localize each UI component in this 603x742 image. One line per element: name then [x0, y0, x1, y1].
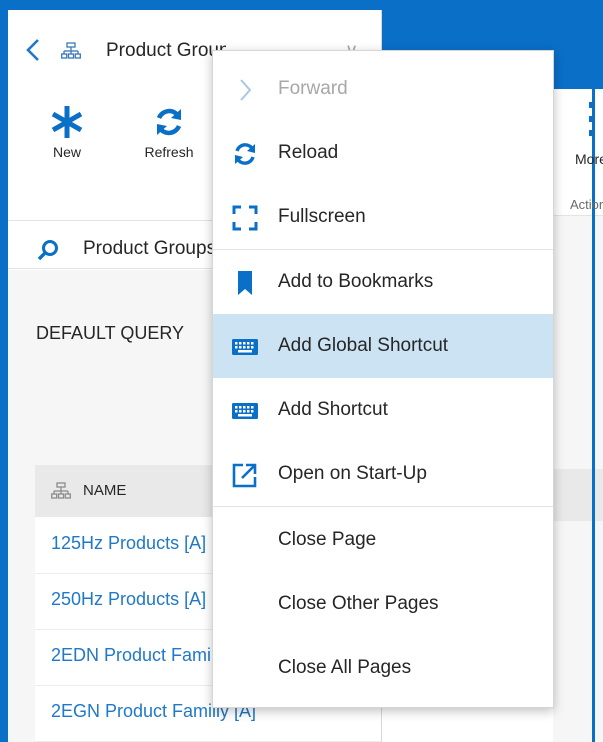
more-label[interactable]: More — [575, 151, 603, 167]
actions-group-label: Actions — [570, 197, 603, 212]
fullscreen-icon — [232, 205, 258, 231]
search-text[interactable]: Product Groups — [83, 238, 216, 260]
row-link[interactable]: 125Hz Products [A] — [51, 533, 206, 554]
refresh-button-label: Refresh — [144, 144, 194, 160]
hierarchy-icon — [61, 42, 81, 59]
column-header-name[interactable]: NAME — [83, 482, 126, 499]
hierarchy-icon — [51, 482, 71, 499]
menu-item-label: Close All Pages — [278, 657, 412, 678]
menu-item-label: Forward — [278, 78, 348, 99]
open-external-icon — [232, 463, 257, 488]
menu-item-label: Open on Start-Up — [278, 463, 427, 484]
menu-item-close-other-pages[interactable]: Close Other Pages — [213, 572, 553, 636]
context-menu: Forward Reload Fullscreen Add to Bookmar… — [212, 50, 554, 708]
menu-item-fullscreen[interactable]: Fullscreen — [213, 185, 553, 249]
page-title: Product Groups — [106, 40, 226, 61]
app-frame: More Actions Product Group — [0, 0, 603, 742]
menu-separator — [213, 506, 553, 507]
menu-item-label: Close Page — [278, 529, 377, 550]
row-link[interactable]: 250Hz Products [A] — [51, 589, 206, 610]
menu-item-add-to-bookmarks[interactable]: Add to Bookmarks — [213, 250, 553, 314]
query-label: DEFAULT QUERY — [36, 323, 185, 343]
keyboard-icon — [232, 403, 258, 419]
search-icon — [37, 240, 58, 261]
bookmark-icon — [238, 271, 252, 295]
menu-item-add-shortcut[interactable]: Add Shortcut — [213, 378, 553, 442]
new-button[interactable]: New — [32, 104, 102, 160]
menu-item-add-global-shortcut[interactable]: Add Global Shortcut — [213, 314, 553, 378]
menu-item-label: Add Shortcut — [278, 399, 388, 420]
refresh-icon — [156, 108, 182, 136]
background-table-header — [553, 469, 603, 521]
keyboard-icon — [232, 339, 258, 355]
asterisk-icon — [51, 106, 83, 138]
back-arrow-icon[interactable] — [22, 38, 44, 62]
reload-icon — [235, 143, 255, 165]
menu-item-forward[interactable]: Forward — [213, 57, 553, 121]
menu-item-close-page[interactable]: Close Page — [213, 508, 553, 572]
more-vertical-icon[interactable] — [586, 100, 596, 140]
menu-item-label: Fullscreen — [278, 206, 366, 227]
refresh-button[interactable]: Refresh — [134, 104, 204, 160]
menu-item-label: Add to Bookmarks — [278, 271, 434, 292]
menu-item-label: Add Global Shortcut — [278, 335, 449, 356]
right-edge-bar — [592, 89, 595, 742]
chevron-right-icon — [240, 79, 252, 101]
menu-item-label: Close Other Pages — [278, 593, 439, 614]
menu-item-close-all-pages[interactable]: Close All Pages — [213, 636, 553, 700]
menu-item-open-on-start-up[interactable]: Open on Start-Up — [213, 442, 553, 506]
menu-item-label: Reload — [278, 142, 339, 163]
menu-item-reload[interactable]: Reload — [213, 121, 553, 185]
left-edge-bar — [0, 0, 8, 742]
new-button-label: New — [52, 144, 81, 160]
